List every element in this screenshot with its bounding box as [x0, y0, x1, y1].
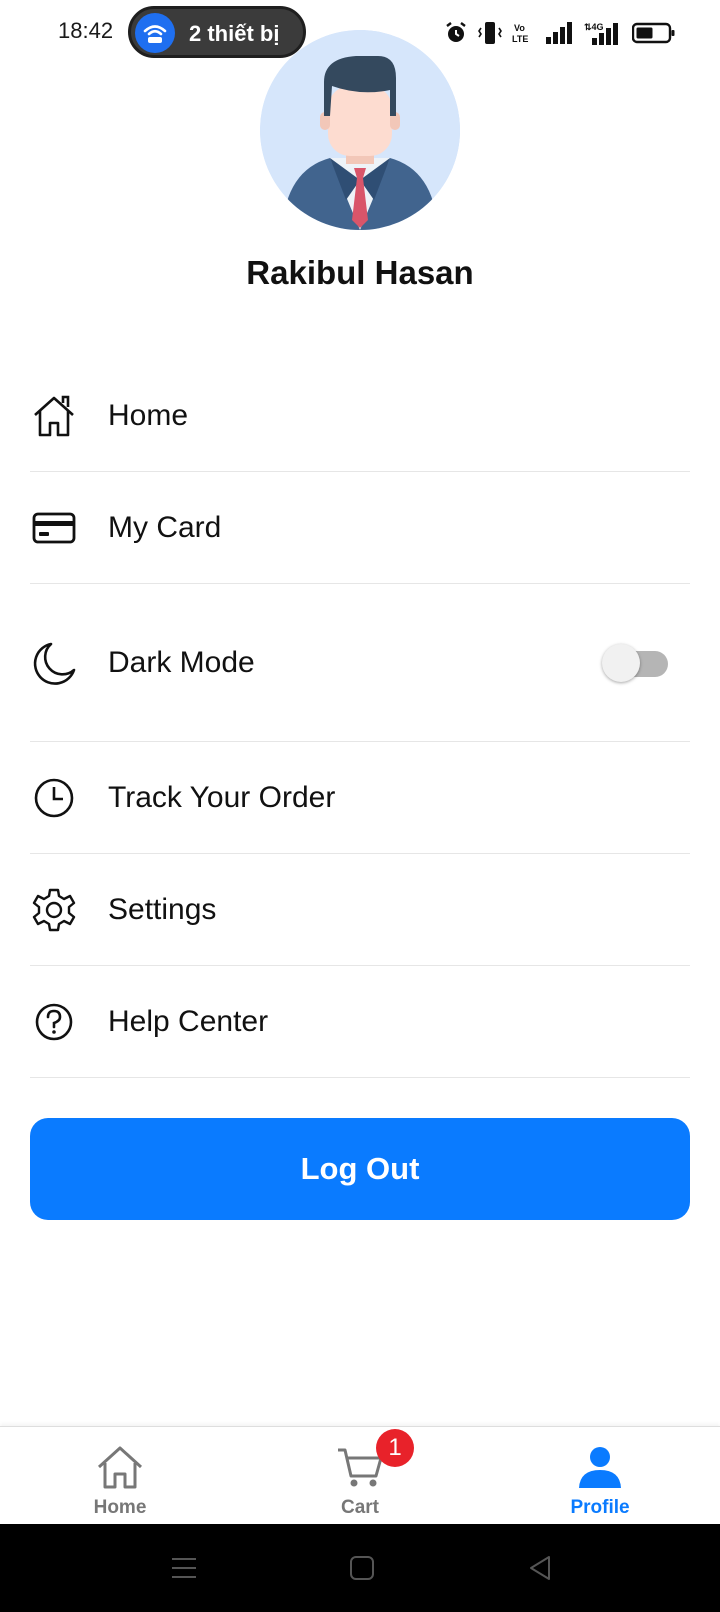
vibrate-icon	[478, 22, 502, 44]
system-nav-bar	[0, 1524, 720, 1612]
gear-icon	[30, 886, 78, 934]
menu-item-settings[interactable]: Settings	[30, 854, 690, 966]
signal-4g-icon: ⇅4G	[584, 22, 618, 45]
menu-item-home[interactable]: Home	[30, 360, 690, 472]
cart-badge: 1	[376, 1429, 414, 1467]
toggle-thumb	[602, 643, 640, 682]
svg-text:Vo: Vo	[514, 23, 525, 33]
nav-label: Profile	[570, 1497, 630, 1518]
dark-mode-toggle[interactable]	[602, 643, 670, 683]
battery-icon	[632, 22, 675, 44]
wifi-hotspot-icon	[135, 13, 175, 53]
home-icon	[30, 392, 78, 440]
profile-menu: Home My Card Dark Mode Track Your Order …	[30, 360, 690, 1078]
home-icon	[94, 1441, 146, 1493]
user-name: Rakibul Hasan	[246, 254, 474, 291]
alarm-icon	[446, 22, 466, 42]
home-square-icon[interactable]	[344, 1550, 380, 1586]
back-triangle-icon[interactable]	[522, 1550, 558, 1586]
menu-label: Home	[108, 398, 189, 432]
nav-item-cart[interactable]: 1 Cart	[280, 1427, 440, 1525]
logout-button[interactable]: Log Out	[30, 1118, 690, 1220]
recent-apps-icon[interactable]	[166, 1550, 202, 1586]
status-time: 18:42	[58, 18, 114, 43]
svg-text:LTE: LTE	[512, 34, 528, 44]
volte-icon: Vo LTE	[512, 23, 528, 44]
person-icon	[574, 1441, 626, 1493]
menu-item-my-card[interactable]: My Card	[30, 472, 690, 584]
nav-item-profile[interactable]: Profile	[520, 1427, 680, 1525]
help-icon	[30, 998, 78, 1046]
menu-label: My Card	[108, 510, 222, 544]
menu-label: Help Center	[108, 1004, 269, 1038]
signal-icon	[546, 22, 572, 44]
avatar	[260, 30, 460, 230]
menu-item-help-center[interactable]: Help Center	[30, 966, 690, 1078]
nav-item-home[interactable]: Home	[40, 1427, 200, 1525]
hotspot-label: 2 thiết bị	[189, 21, 280, 46]
svg-text:⇅4G: ⇅4G	[584, 22, 604, 32]
menu-item-track-order[interactable]: Track Your Order	[30, 742, 690, 854]
menu-item-dark-mode[interactable]: Dark Mode	[30, 584, 690, 742]
status-icons: Vo LTE ⇅4G	[444, 18, 676, 48]
nav-label: Cart	[340, 1497, 379, 1518]
menu-label: Settings	[108, 892, 217, 926]
bottom-nav: Home 1 Cart Profile	[0, 1426, 720, 1525]
menu-label: Dark Mode	[108, 645, 255, 679]
card-icon	[30, 504, 78, 552]
nav-label: Home	[93, 1497, 147, 1518]
clock-icon	[30, 774, 78, 822]
moon-icon	[30, 639, 78, 687]
hotspot-indicator[interactable]: 2 thiết bị	[128, 6, 306, 58]
menu-label: Track Your Order	[108, 780, 336, 814]
